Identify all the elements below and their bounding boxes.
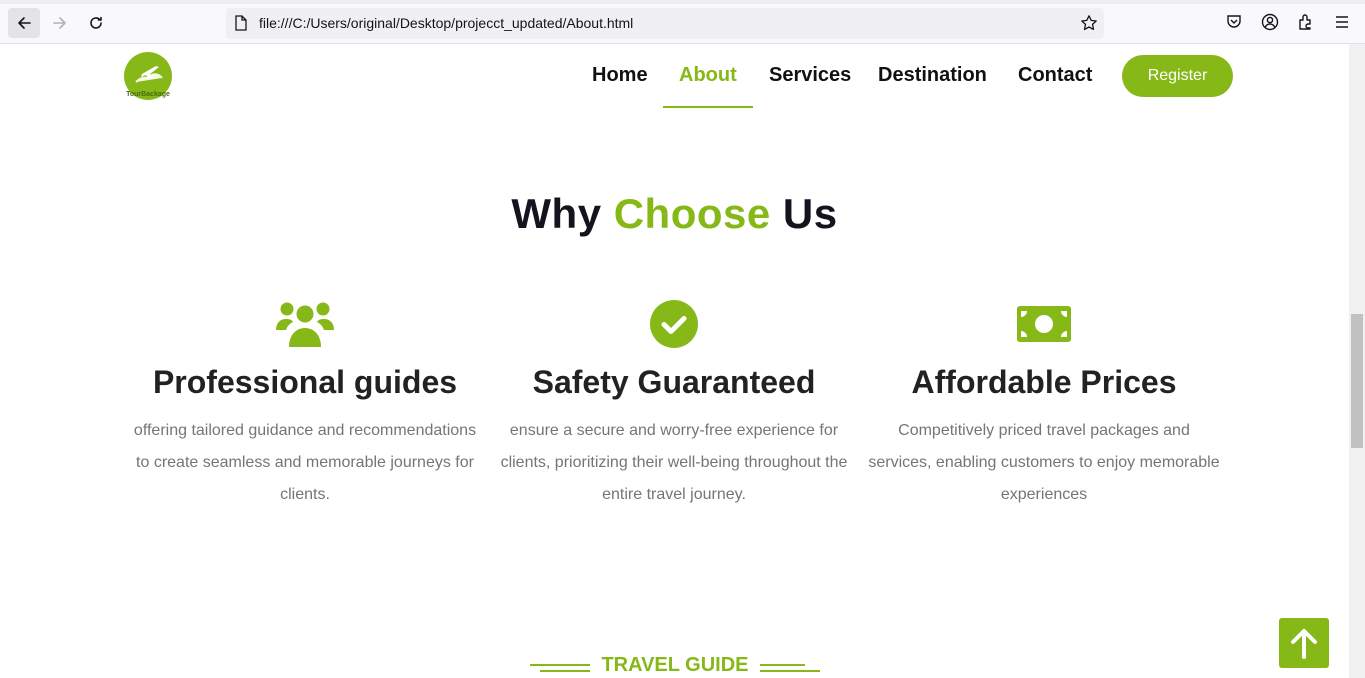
check-circle-icon (650, 300, 698, 348)
page-viewport: TourBackage Home About Services Destinat… (0, 44, 1349, 678)
url-text[interactable]: file:///C:/Users/original/Desktop/projec… (259, 15, 633, 31)
nav-active-indicator (663, 106, 753, 108)
logo-text: TourBackage (126, 91, 170, 98)
arrow-up-icon (1291, 629, 1317, 659)
nav-services[interactable]: Services (769, 64, 851, 87)
feature-title: Affordable Prices (911, 364, 1177, 400)
feature-card: Affordable Prices Competitively priced t… (864, 298, 1224, 511)
arrow-left-icon (18, 17, 31, 29)
divider (760, 664, 805, 666)
travel-guide-heading: TRAVEL GUIDE (530, 652, 820, 678)
reload-button[interactable] (80, 8, 112, 38)
site-logo[interactable]: TourBackage (122, 52, 174, 104)
feature-card: Safety Guaranteed ensure a secure and wo… (494, 298, 854, 511)
feature-text: Competitively priced travel packages and… (868, 422, 1220, 503)
browser-toolbar: file:///C:/Users/original/Desktop/projec… (0, 0, 1365, 44)
why-choose-us-title: Why Choose Us (0, 190, 1349, 238)
register-button[interactable]: Register (1122, 55, 1233, 97)
nav-about[interactable]: About (679, 64, 737, 87)
nav-home[interactable]: Home (592, 64, 648, 87)
reload-icon (90, 16, 102, 29)
pocket-icon[interactable] (1224, 12, 1244, 32)
account-icon[interactable] (1260, 12, 1280, 32)
feature-card: Professional guides offering tailored gu… (125, 298, 485, 511)
money-bill-icon (1017, 306, 1071, 342)
back-button[interactable] (8, 8, 40, 38)
extensions-icon[interactable] (1296, 12, 1316, 32)
menu-icon[interactable] (1332, 12, 1352, 32)
tab-strip (0, 0, 1365, 4)
feature-text: offering tailored guidance and recommend… (133, 422, 477, 503)
address-bar[interactable]: file:///C:/Users/original/Desktop/projec… (226, 8, 1104, 39)
scrollbar-thumb[interactable] (1351, 314, 1363, 448)
title-part-1: Why (511, 190, 614, 237)
nav-destination[interactable]: Destination (878, 64, 987, 87)
feature-text: ensure a secure and worry-free experienc… (500, 422, 848, 503)
forward-button[interactable] (44, 8, 76, 38)
nav-contact[interactable]: Contact (1018, 64, 1092, 87)
feature-title: Professional guides (152, 364, 458, 400)
page-scrollbar[interactable] (1349, 44, 1365, 678)
title-highlight: Choose (613, 190, 771, 237)
bookmark-star-icon[interactable] (1080, 14, 1098, 32)
page-icon (235, 15, 247, 31)
title-part-2: Us (770, 190, 838, 237)
feature-title: Safety Guaranteed (532, 364, 816, 400)
divider (760, 670, 820, 672)
arrow-right-icon (53, 17, 66, 29)
users-icon (276, 302, 334, 347)
back-to-top-button[interactable] (1279, 618, 1329, 668)
